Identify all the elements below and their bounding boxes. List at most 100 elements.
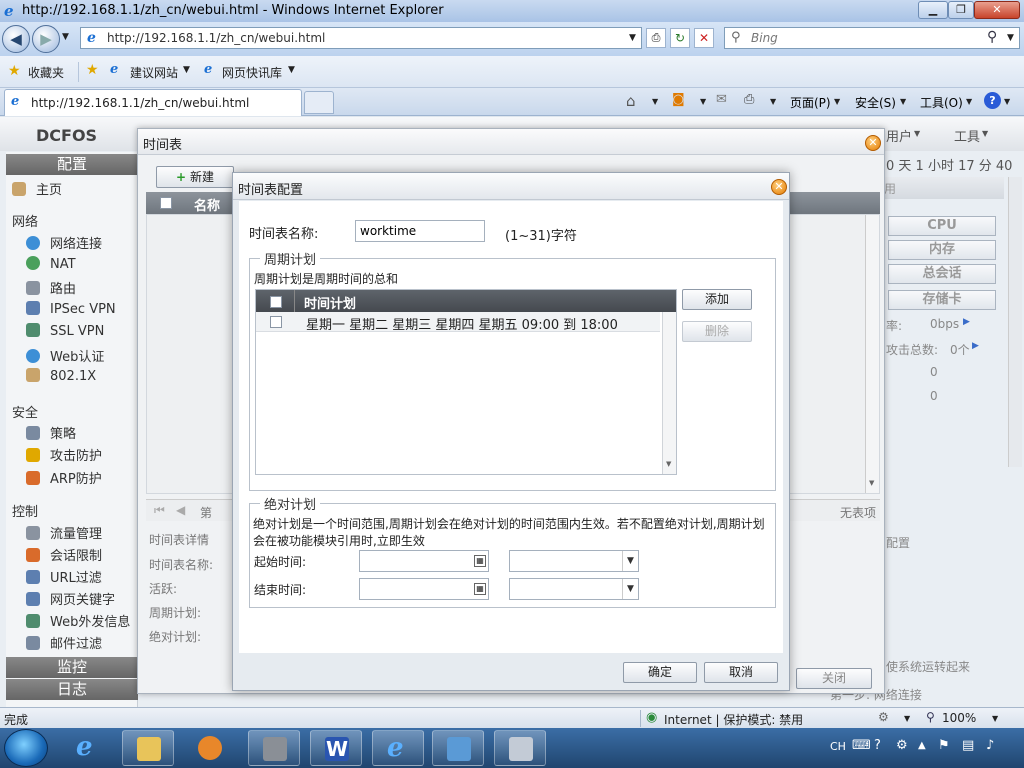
table-row[interactable]: 星期一 星期二 星期三 星期四 星期五 09:00 到 18:00	[256, 312, 660, 333]
close-window-button[interactable]: ✕	[974, 1, 1020, 19]
volume-icon[interactable]: ♪	[986, 738, 994, 753]
chevron-up-icon[interactable]: ▲	[918, 740, 926, 751]
table-scrollbar[interactable]: ▼	[865, 215, 879, 493]
search-icon[interactable]: ⚲	[987, 29, 997, 45]
sidebar-item-routing[interactable]: 路由	[26, 278, 76, 298]
start-button[interactable]	[4, 729, 48, 767]
chevron-down-icon[interactable]: ▼	[622, 551, 638, 571]
chevron-down-icon[interactable]: ▼	[183, 65, 190, 75]
ime-options-icon[interactable]: ⚙	[896, 738, 908, 753]
sidebar-item-attack-defense[interactable]: 攻击防护	[26, 445, 102, 465]
sidebar-item-network-connection[interactable]: 网络连接	[26, 233, 102, 253]
keyboard-icon[interactable]: ⌨	[852, 738, 871, 753]
back-icon[interactable]: ◀	[2, 25, 30, 53]
page-menu[interactable]: 页面(P)	[790, 94, 831, 111]
favorites-button[interactable]: 收藏夹	[28, 64, 64, 81]
sidebar-item-session-limit[interactable]: 会话限制	[26, 545, 102, 565]
sidebar-item-8021x[interactable]: 802.1X	[26, 368, 96, 388]
add-favorite-icon[interactable]: ★	[86, 62, 99, 78]
help-icon[interactable]: ?	[984, 92, 1001, 109]
cancel-button[interactable]: 取消	[704, 662, 778, 683]
sidebar-item-ipsec-vpn[interactable]: IPSec VPN	[26, 301, 116, 321]
chevron-down-icon[interactable]: ▼	[966, 97, 972, 106]
compat-view-icon[interactable]: ⎙	[646, 28, 666, 48]
table-scrollbar[interactable]: ▼	[662, 312, 676, 474]
sidebar-item-traffic-management[interactable]: 流量管理	[26, 523, 102, 543]
security-zone-text[interactable]: Internet | 保护模式: 禁用	[664, 711, 803, 728]
sidebar-item-nat[interactable]: NAT	[26, 256, 76, 276]
chevron-down-icon[interactable]: ▼	[900, 97, 906, 106]
end-time-select[interactable]: ▼	[509, 578, 639, 600]
network-icon[interactable]: ▤	[962, 738, 974, 753]
calendar-icon[interactable]: ▦	[474, 583, 486, 595]
taskbar-media-player[interactable]	[184, 730, 236, 766]
memory-button[interactable]: 内存	[888, 240, 996, 260]
close-icon[interactable]: ✕	[771, 179, 787, 195]
chevron-down-icon[interactable]: ▼	[834, 97, 840, 106]
sidebar-item-policy[interactable]: 策略	[26, 423, 76, 443]
first-page-icon[interactable]: ⏮	[154, 503, 165, 518]
forward-icon[interactable]: ▶	[32, 25, 60, 53]
calendar-icon[interactable]: ▦	[474, 555, 486, 567]
sidebar-item-home[interactable]: 主页	[12, 179, 62, 199]
taskbar-picture-viewer[interactable]	[432, 730, 484, 766]
chevron-right-icon[interactable]: ▶	[972, 341, 979, 351]
sidebar-item-ssl-vpn[interactable]: SSL VPN	[26, 323, 104, 343]
chevron-down-icon[interactable]: ▼	[652, 97, 658, 106]
sidebar-item-web-auth[interactable]: Web认证	[26, 346, 104, 366]
taskbar-ie[interactable]: e	[372, 730, 424, 766]
chevron-down-icon[interactable]: ▼	[992, 714, 998, 723]
chevron-down-icon[interactable]: ▼	[288, 65, 295, 75]
cpu-button[interactable]: CPU	[888, 216, 996, 236]
address-input[interactable]: http://192.168.1.1/zh_cn/webui.html	[107, 31, 325, 45]
scroll-down-icon[interactable]: ▼	[869, 479, 874, 487]
select-all-checkbox[interactable]	[160, 197, 172, 209]
chevron-right-icon[interactable]: ▶	[963, 317, 970, 327]
print-icon[interactable]: ⎙	[744, 92, 754, 107]
browser-tab[interactable]: e http://192.168.1.1/zh_cn/webui.html	[4, 89, 302, 116]
feeds-icon[interactable]: ◙	[672, 92, 685, 107]
sidebar-item-web-keyword[interactable]: 网页关键字	[26, 589, 115, 609]
language-indicator[interactable]: CH	[830, 740, 846, 753]
stop-icon[interactable]: ✕	[694, 28, 714, 48]
search-input[interactable]: Bing	[751, 31, 778, 45]
help-icon[interactable]: ?	[874, 738, 881, 753]
chevron-down-icon[interactable]: ▼	[914, 129, 920, 138]
taskbar-app-2[interactable]	[494, 730, 546, 766]
safety-menu[interactable]: 安全(S)	[855, 94, 896, 111]
address-bar[interactable]: e http://192.168.1.1/zh_cn/webui.html ▼	[80, 27, 642, 49]
search-box[interactable]: ⚲ Bing ⚲ ▼	[724, 27, 1020, 49]
chevron-down-icon[interactable]: ▼	[1004, 97, 1010, 106]
taskbar-app-1[interactable]	[248, 730, 300, 766]
chevron-down-icon[interactable]: ▼	[904, 714, 910, 723]
ok-button[interactable]: 确定	[623, 662, 697, 683]
address-dropdown-icon[interactable]: ▼	[629, 33, 636, 43]
mail-icon[interactable]: ✉	[716, 92, 727, 107]
taskbar-explorer[interactable]	[122, 730, 174, 766]
home-icon[interactable]: ⌂	[626, 92, 636, 110]
suggested-sites-link[interactable]: 建议网站	[130, 64, 178, 81]
select-all-checkbox[interactable]	[270, 296, 282, 308]
chevron-down-icon[interactable]: ▼	[700, 97, 706, 106]
zoom-level[interactable]: 100%	[942, 711, 976, 725]
history-dropdown-icon[interactable]: ▼	[62, 32, 69, 42]
taskbar-ie-pinned[interactable]: e	[64, 730, 116, 766]
start-time-select[interactable]: ▼	[509, 550, 639, 572]
previous-page-icon[interactable]: ◀	[176, 503, 185, 517]
sidebar-header-config[interactable]: 配置	[6, 154, 138, 175]
page-scrollbar[interactable]	[1008, 177, 1022, 467]
schedule-name-input[interactable]	[355, 220, 485, 242]
sidebar-item-url-filter[interactable]: URL过滤	[26, 567, 102, 587]
chevron-down-icon[interactable]: ▼	[622, 579, 638, 599]
tools-menu-app[interactable]: 工具	[954, 126, 980, 145]
sidebar-item-mail-filter[interactable]: 邮件过滤	[26, 633, 102, 653]
taskbar-word[interactable]: W	[310, 730, 362, 766]
delete-button[interactable]: 删除	[682, 321, 752, 342]
new-tab-button[interactable]	[304, 91, 334, 114]
sidebar-item-arp-defense[interactable]: ARP防护	[26, 468, 102, 488]
protected-mode-icon[interactable]: ⚙	[878, 710, 889, 724]
minimize-button[interactable]: ▁	[918, 1, 948, 19]
sidebar-header-log[interactable]: 日志	[6, 679, 138, 700]
scroll-down-icon[interactable]: ▼	[666, 460, 671, 468]
sidebar-item-web-outbound[interactable]: Web外发信息	[26, 611, 130, 631]
